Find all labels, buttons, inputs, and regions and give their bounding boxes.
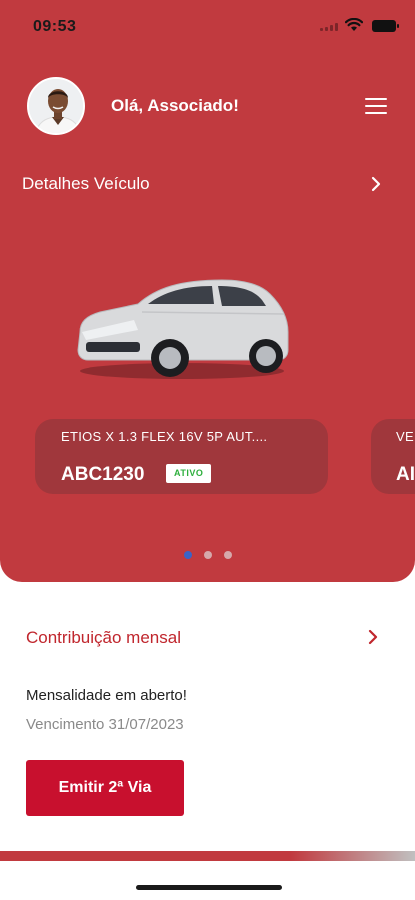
status-badge: ATIVO (166, 464, 212, 483)
cellular-signal-icon (320, 23, 340, 31)
vehicle-card-next[interactable]: VE AI (371, 419, 415, 494)
vehicle-model: ETIOS X 1.3 FLEX 16V 5P AUT.... (61, 429, 268, 444)
car-image (77, 279, 289, 379)
vehicle-plate: ABC1230 (61, 464, 145, 485)
user-avatar-icon (29, 79, 83, 133)
avatar[interactable] (27, 77, 85, 135)
monthly-contribution-link[interactable]: Contribuição mensal (0, 618, 415, 658)
home-indicator[interactable] (136, 885, 282, 890)
carousel-dot[interactable] (184, 551, 192, 559)
due-date-text: Vencimento 31/07/2023 (26, 716, 184, 733)
payment-status-text: Mensalidade em aberto! (26, 687, 187, 704)
header-panel: 09:53 Olá, Associado! Detalhes Veículo E… (0, 0, 415, 582)
vehicle-plate: AI (396, 464, 415, 485)
carousel-dot[interactable] (224, 551, 232, 559)
monthly-contribution-label: Contribuição mensal (26, 628, 181, 647)
menu-button[interactable] (364, 96, 388, 116)
bottom-divider (0, 851, 415, 861)
greeting-text: Olá, Associado! (111, 96, 239, 115)
wifi-icon (345, 18, 363, 31)
chevron-right-icon (368, 629, 378, 645)
status-time: 09:53 (33, 18, 77, 35)
vehicle-model: VE (396, 429, 414, 444)
vehicle-card[interactable]: ETIOS X 1.3 FLEX 16V 5P AUT.... ABC1230 … (35, 419, 328, 494)
carousel-dot[interactable] (204, 551, 212, 559)
status-bar: 09:53 (0, 0, 415, 50)
vehicle-details-link[interactable]: Detalhes Veículo (0, 160, 415, 206)
battery-icon (372, 20, 399, 32)
emit-copy-button[interactable]: Emitir 2ª Via (26, 760, 184, 816)
chevron-right-icon (371, 176, 381, 192)
vehicle-details-label: Detalhes Veículo (22, 174, 150, 193)
